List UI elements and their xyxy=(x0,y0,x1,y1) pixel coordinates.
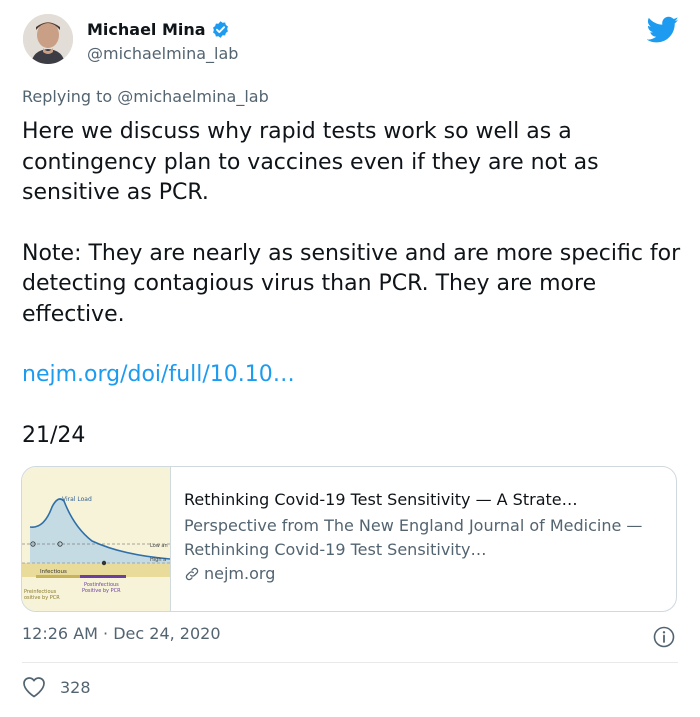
heart-icon[interactable] xyxy=(22,676,46,698)
card-domain-row: nejm.org xyxy=(184,562,664,586)
card-domain: nejm.org xyxy=(204,564,276,583)
thumb-infectious: Infectious xyxy=(40,569,67,575)
tweet-paragraph-2: Note: They are nearly as sensitive and a… xyxy=(22,240,681,327)
twitter-bird-icon[interactable] xyxy=(647,16,679,44)
card-title: Rethinking Covid-19 Test Sensitivity — A… xyxy=(184,490,578,509)
thumb-high: High a xyxy=(150,557,166,563)
thumb-preinfectious-2: ositive by PCR xyxy=(24,595,60,601)
author-handle[interactable]: @michaelmina_lab xyxy=(87,44,238,63)
tweet-paragraph-1: Here we discuss why rapid tests work so … xyxy=(22,119,599,205)
like-count: 328 xyxy=(60,677,91,697)
tweet-text: Here we discuss why rapid tests work so … xyxy=(22,117,682,451)
thumb-postinfectious-2: Positive by PCR xyxy=(82,588,121,594)
thumb-low: Low an xyxy=(150,543,168,549)
svg-text:Postinfectious Posit: Postinfectious Positive by PCR xyxy=(82,582,121,594)
avatar[interactable] xyxy=(23,14,73,64)
card-text: Rethinking Covid-19 Test Sensitivity — A… xyxy=(184,489,664,586)
tweet-date[interactable]: Dec 24, 2020 xyxy=(113,624,220,643)
divider xyxy=(22,662,678,663)
tweet: Michael Mina @michaelmina_lab Replying t… xyxy=(0,0,700,717)
link-icon xyxy=(185,567,199,581)
card-thumbnail: Viral Load Low an High a Infectious Post… xyxy=(22,467,171,611)
thread-count: 21/24 xyxy=(22,422,86,448)
card-description: Perspective from The New England Journal… xyxy=(184,516,643,559)
info-icon[interactable] xyxy=(652,625,676,649)
svg-text:Preinfectious ositiv: Preinfectious ositive by PCR xyxy=(24,589,60,601)
replying-prefix: Replying to xyxy=(22,87,113,106)
reply-mention-link[interactable]: @michaelmina_lab xyxy=(117,87,268,106)
author-name[interactable]: Michael Mina xyxy=(87,20,206,39)
like-button[interactable]: 328 xyxy=(22,676,91,698)
article-link[interactable]: nejm.org/doi/full/10.10… xyxy=(22,362,295,387)
meta-separator: · xyxy=(103,624,114,643)
verified-badge-icon xyxy=(212,21,228,38)
replying-to: Replying to @michaelmina_lab xyxy=(22,87,269,106)
thumb-viral-load: Viral Load xyxy=(62,496,92,503)
tweet-timestamp[interactable]: 12:26 AM · Dec 24, 2020 xyxy=(22,624,221,643)
author-name-row[interactable]: Michael Mina xyxy=(87,20,230,39)
link-preview-card[interactable]: Viral Load Low an High a Infectious Post… xyxy=(21,466,677,612)
tweet-time[interactable]: 12:26 AM xyxy=(22,624,98,643)
